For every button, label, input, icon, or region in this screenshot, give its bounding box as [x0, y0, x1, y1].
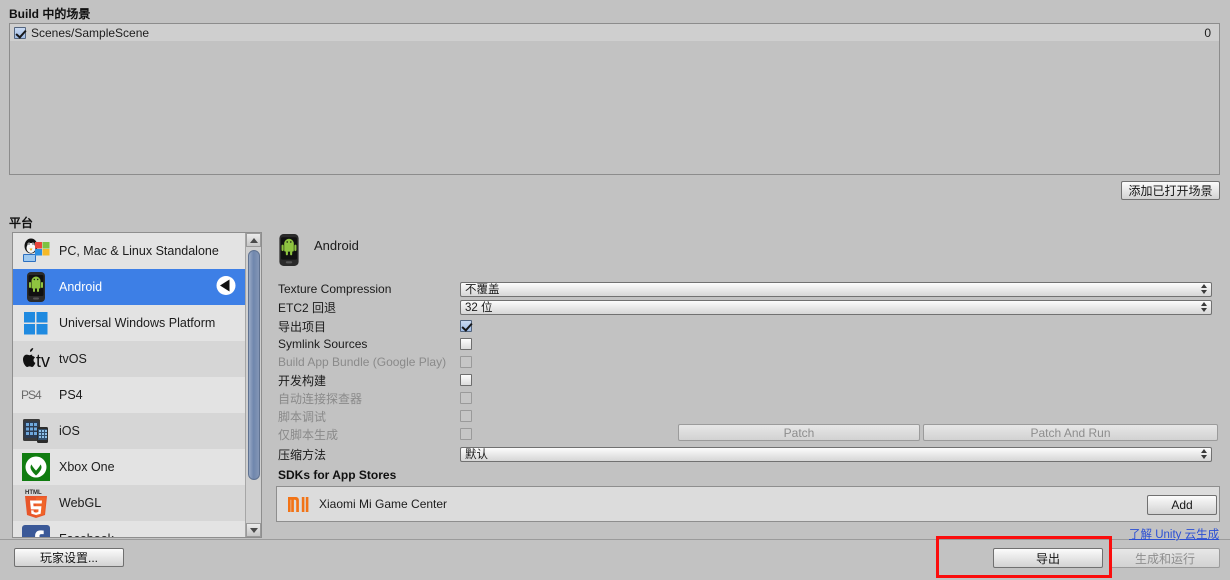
scrollbar-thumb[interactable]: [248, 250, 260, 480]
build-app-bundle-checkbox: [460, 356, 472, 368]
compression-method-dropdown[interactable]: 默认: [460, 446, 1212, 462]
selected-platform-header: Android: [278, 234, 359, 266]
development-build-checkbox[interactable]: [460, 374, 472, 386]
svg-text:PS4: PS4: [21, 388, 42, 402]
sdks-for-app-stores-title: SDKs for App Stores: [278, 468, 397, 482]
texture-compression-dropdown[interactable]: 不覆盖: [460, 281, 1212, 297]
selected-platform-name: Android: [314, 238, 359, 253]
scene-index: 0: [1204, 25, 1211, 40]
platform-item-ps4[interactable]: PS4 PS4: [13, 377, 245, 413]
windows-icon: [21, 308, 51, 338]
dropdown-value: 默认: [465, 449, 488, 461]
setting-label: 压缩方法: [278, 447, 327, 462]
platform-item-label: Android: [59, 280, 103, 294]
setting-row-symlink-sources: Symlink Sources: [278, 335, 1220, 353]
autoconnect-profiler-checkbox: [460, 392, 472, 404]
export-button[interactable]: 导出: [993, 548, 1103, 568]
setting-row-compression-method: 压缩方法 默认: [278, 445, 1220, 463]
chevron-updown-icon: [1201, 302, 1207, 312]
scroll-up-arrow-icon[interactable]: [246, 233, 261, 247]
setting-row-script-debugging: 脚本调试: [278, 407, 1220, 425]
build-and-run-button: 生成和运行: [1110, 548, 1220, 568]
unity-build-settings-window: Build 中的场景 Scenes/SampleScene 0 添加已打开场景 …: [0, 0, 1230, 580]
tvos-icon: tv: [21, 344, 55, 374]
webgl-icon: HTML: [21, 488, 51, 518]
setting-label: Build App Bundle (Google Play): [278, 355, 447, 369]
setting-label: 脚本调试: [278, 409, 327, 424]
ios-icon: [21, 416, 51, 446]
xiaomi-mi-icon: [287, 494, 309, 514]
platform-settings-pane: Android Texture Compression 不覆盖 ETC2 回退 …: [270, 232, 1220, 538]
sdk-list-item[interactable]: Xiaomi Mi Game Center: [277, 487, 1219, 521]
setting-row-development-build: 开发构建: [278, 371, 1220, 389]
setting-label: 仅脚本生成: [278, 427, 339, 442]
etc2-fallback-dropdown[interactable]: 32 位: [460, 299, 1212, 315]
platform-item-label: PS4: [59, 388, 83, 402]
platform-item-label: WebGL: [59, 496, 102, 510]
ps4-icon: PS4: [21, 380, 55, 410]
setting-label: 自动连接探查器: [278, 391, 363, 406]
learn-about-unity-cloud-build-link[interactable]: 了解 Unity 云生成: [1129, 526, 1219, 542]
add-open-scenes-button[interactable]: 添加已打开场景: [1121, 181, 1220, 200]
xbox-icon: [21, 452, 51, 482]
export-project-checkbox[interactable]: [460, 320, 472, 332]
svg-text:HTML: HTML: [25, 490, 42, 496]
player-settings-button[interactable]: 玩家设置...: [14, 548, 124, 567]
platform-item-label: Facebook: [59, 532, 114, 537]
setting-row-autoconnect-profiler: 自动连接探查器: [278, 389, 1220, 407]
platform-item-standalone[interactable]: PC, Mac & Linux Standalone: [13, 233, 245, 269]
svg-text:tv: tv: [36, 351, 50, 370]
scene-enabled-checkbox[interactable]: [14, 26, 26, 39]
platform-item-webgl[interactable]: HTML WebGL: [13, 485, 245, 521]
scroll-down-arrow-icon[interactable]: [246, 523, 261, 537]
standalone-icon: [21, 236, 51, 266]
chevron-updown-icon: [1201, 449, 1207, 459]
scene-list-item[interactable]: Scenes/SampleScene 0: [10, 24, 1219, 41]
platform-item-tvos[interactable]: tv tvOS: [13, 341, 245, 377]
setting-label: 导出项目: [278, 319, 327, 334]
sdk-list[interactable]: Xiaomi Mi Game Center: [276, 486, 1220, 522]
facebook-icon: [21, 524, 51, 537]
platform-item-uwp[interactable]: Universal Windows Platform: [13, 305, 245, 341]
setting-row-etc2-fallback: ETC2 回退 32 位: [278, 298, 1220, 316]
patch-and-run-button: Patch And Run: [923, 424, 1218, 441]
scenes-in-build-list[interactable]: Scenes/SampleScene 0: [9, 23, 1220, 175]
android-icon: [21, 272, 51, 302]
scenes-in-build-title: Build 中的场景: [9, 7, 91, 21]
platform-item-android[interactable]: Android: [13, 269, 245, 305]
platform-item-label: iOS: [59, 424, 80, 438]
platform-list[interactable]: PC, Mac & Linux Standalone Android Unive…: [12, 232, 262, 538]
script-debugging-checkbox: [460, 410, 472, 422]
sdk-name: Xiaomi Mi Game Center: [319, 497, 448, 511]
setting-label: Texture Compression: [278, 282, 392, 296]
patch-button: Patch: [678, 424, 920, 441]
platform-item-ios[interactable]: iOS: [13, 413, 245, 449]
setting-row-texture-compression: Texture Compression 不覆盖: [278, 280, 1220, 298]
setting-row-export-project: 导出项目: [278, 317, 1220, 335]
dropdown-value: 不覆盖: [465, 284, 500, 296]
setting-label: 开发构建: [278, 373, 327, 388]
setting-row-build-app-bundle: Build App Bundle (Google Play): [278, 353, 1220, 371]
setting-label: Symlink Sources: [278, 337, 368, 351]
dropdown-value: 32 位: [465, 302, 493, 314]
symlink-sources-checkbox[interactable]: [460, 338, 472, 350]
platform-section-title: 平台: [9, 216, 34, 230]
scripts-only-build-checkbox: [460, 428, 472, 440]
platform-list-scrollbar[interactable]: [245, 233, 261, 537]
platform-item-label: tvOS: [59, 352, 87, 366]
platform-item-label: Xbox One: [59, 460, 115, 474]
platform-item-label: Universal Windows Platform: [59, 316, 216, 330]
bottom-divider: [0, 539, 1230, 540]
add-sdk-button[interactable]: Add: [1147, 495, 1217, 515]
platform-item-label: PC, Mac & Linux Standalone: [59, 244, 219, 258]
scene-name: Scenes/SampleScene: [31, 25, 150, 40]
android-icon: [278, 234, 300, 269]
unity-logo-icon: [216, 276, 236, 299]
setting-label: ETC2 回退: [278, 300, 337, 315]
platform-item-facebook[interactable]: Facebook: [13, 521, 245, 537]
platform-item-xbox-one[interactable]: Xbox One: [13, 449, 245, 485]
chevron-updown-icon: [1201, 284, 1207, 294]
